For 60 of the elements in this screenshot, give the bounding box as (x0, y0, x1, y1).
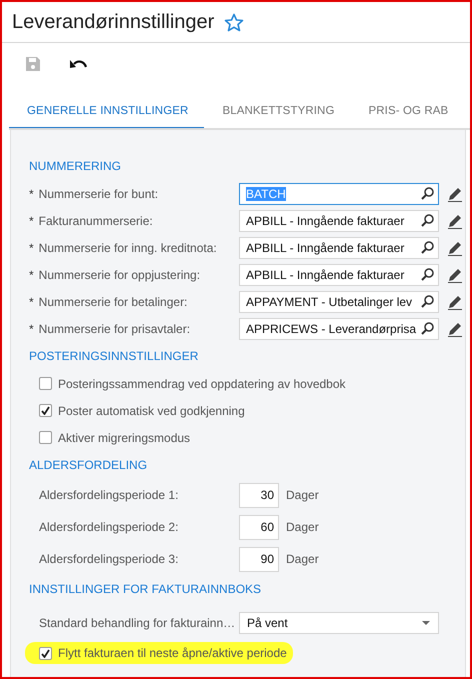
number-field[interactable]: 30 (239, 482, 279, 508)
page-title: Leverandørinnstillinger (12, 10, 214, 34)
required-mark: * (29, 268, 34, 282)
number-field[interactable]: 90 (239, 546, 279, 572)
field-label: Aldersfordelingsperiode 2: (38, 520, 180, 534)
pencil-icon[interactable] (448, 186, 462, 202)
dropdown-field[interactable]: På vent (239, 612, 439, 634)
caret-icon (422, 621, 430, 625)
number-field[interactable]: 60 (239, 514, 279, 540)
field-label: Nummerserie for oppjustering: (38, 268, 200, 282)
search-icon (421, 241, 434, 254)
undo-icon[interactable] (70, 59, 87, 69)
tab[interactable]: PRIS- OG RAB (350, 95, 448, 128)
lookup-field[interactable]: APBILL - Inngående fakturaer (239, 264, 439, 286)
field-label: Nummerserie for inng. kreditnota: (38, 240, 217, 254)
required-mark: * (29, 214, 34, 228)
field-label: Aldersfordelingsperiode 3: (38, 552, 180, 566)
search-icon (421, 214, 434, 227)
section-heading: POSTERINGSINNSTILLINGER (29, 348, 200, 365)
unit-label: Dager (286, 488, 319, 502)
star-icon[interactable] (224, 12, 244, 32)
field-label: Fakturanummerserie: (38, 214, 153, 228)
required-mark: * (29, 294, 34, 308)
field-label: Nummerserie for bunt: (38, 186, 158, 200)
search-icon (421, 322, 434, 335)
pencil-icon[interactable] (448, 266, 462, 282)
field-label: Nummerserie for prisavtaler: (38, 322, 190, 336)
unit-label: Dager (286, 520, 319, 534)
search-icon (421, 268, 434, 281)
checkmark-icon (41, 406, 50, 415)
required-mark: * (29, 186, 34, 200)
tab[interactable]: BLANKETTSTYRING (204, 95, 350, 128)
checkbox[interactable] (39, 431, 52, 444)
pencil-icon[interactable] (448, 212, 462, 228)
section-heading: ALDERSFORDELING (29, 457, 148, 474)
pencil-icon[interactable] (448, 240, 462, 256)
pencil-icon[interactable] (448, 294, 462, 310)
lookup-field[interactable]: APPRICEWS - Leverandørprisa (239, 318, 439, 340)
section-heading: INNSTILLINGER FOR FAKTURAINNBOKS (29, 581, 262, 598)
checkbox[interactable] (39, 377, 52, 390)
search-icon (421, 295, 434, 308)
section-heading: NUMMERERING (29, 158, 122, 175)
field-label: Aldersfordelingsperiode 1: (38, 488, 180, 502)
field-label: Standard behandling for fakturainn… (38, 616, 236, 630)
checkmark-icon (41, 648, 50, 658)
checkbox-label: Posteringssammendrag ved oppdatering av hovedbok (58, 376, 346, 390)
lookup-field[interactable]: APBILL - Inngående fakturaer (239, 236, 439, 258)
field-label: Nummerserie for betalinger: (38, 294, 188, 308)
lookup-field[interactable]: APPAYMENT - Utbetalinger lev (239, 290, 439, 312)
checkbox[interactable] (39, 404, 52, 417)
checkbox-label: Flytt fakturaen til neste åpne/aktive periode (58, 646, 287, 660)
required-mark: * (29, 240, 34, 254)
required-mark: * (29, 322, 34, 336)
pencil-icon[interactable] (448, 320, 462, 336)
checkbox-label: Poster automatisk ved godkjenning (58, 404, 245, 418)
lookup-field[interactable]: APBILL - Inngående fakturaer (239, 210, 439, 232)
checkbox-label: Aktiver migreringsmodus (58, 430, 190, 444)
unit-label: Dager (286, 552, 319, 566)
search-icon (421, 187, 434, 200)
checkbox[interactable] (39, 646, 52, 660)
